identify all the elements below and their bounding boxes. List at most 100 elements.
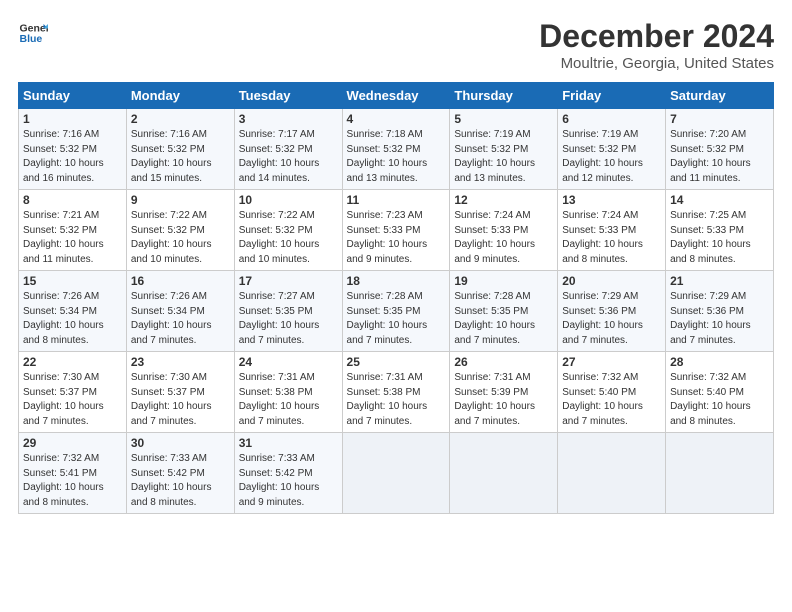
day-info: Sunrise: 7:33 AMSunset: 5:42 PMDaylight:… bbox=[131, 452, 230, 510]
day-number: 31 bbox=[239, 436, 338, 450]
day-info: Sunrise: 7:20 AMSunset: 5:32 PMDaylight:… bbox=[670, 128, 769, 186]
calendar-day-cell: 12 Sunrise: 7:24 AMSunset: 5:33 PMDayligh… bbox=[450, 190, 558, 271]
calendar-day-cell: 3 Sunrise: 7:17 AMSunset: 5:32 PMDaylight… bbox=[234, 109, 342, 190]
day-number: 7 bbox=[670, 112, 769, 126]
day-info: Sunrise: 7:32 AMSunset: 5:40 PMDaylight:… bbox=[670, 371, 769, 429]
day-info: Sunrise: 7:30 AMSunset: 5:37 PMDaylight:… bbox=[131, 371, 230, 429]
calendar-day-cell: 23 Sunrise: 7:30 AMSunset: 5:37 PMDayligh… bbox=[126, 352, 234, 433]
day-info: Sunrise: 7:17 AMSunset: 5:32 PMDaylight:… bbox=[239, 128, 338, 186]
day-number: 17 bbox=[239, 274, 338, 288]
calendar-header-cell: Wednesday bbox=[342, 83, 450, 109]
calendar-day-cell bbox=[342, 433, 450, 514]
calendar-day-cell: 6 Sunrise: 7:19 AMSunset: 5:32 PMDaylight… bbox=[558, 109, 666, 190]
day-info: Sunrise: 7:32 AMSunset: 5:40 PMDaylight:… bbox=[562, 371, 661, 429]
calendar-day-cell: 21 Sunrise: 7:29 AMSunset: 5:36 PMDayligh… bbox=[666, 271, 774, 352]
day-number: 9 bbox=[131, 193, 230, 207]
location-title: Moultrie, Georgia, United States bbox=[539, 55, 774, 72]
calendar-header-cell: Friday bbox=[558, 83, 666, 109]
calendar-week-row: 29 Sunrise: 7:32 AMSunset: 5:41 PMDayligh… bbox=[19, 433, 774, 514]
day-number: 10 bbox=[239, 193, 338, 207]
calendar-week-row: 22 Sunrise: 7:30 AMSunset: 5:37 PMDayligh… bbox=[19, 352, 774, 433]
day-info: Sunrise: 7:31 AMSunset: 5:39 PMDaylight:… bbox=[454, 371, 553, 429]
day-info: Sunrise: 7:26 AMSunset: 5:34 PMDaylight:… bbox=[23, 290, 122, 348]
calendar-day-cell: 1 Sunrise: 7:16 AMSunset: 5:32 PMDaylight… bbox=[19, 109, 127, 190]
calendar-day-cell: 30Sunrise: 7:33 AMSunset: 5:42 PMDayligh… bbox=[126, 433, 234, 514]
day-number: 25 bbox=[347, 355, 446, 369]
calendar-day-cell: 29 Sunrise: 7:32 AMSunset: 5:41 PMDayligh… bbox=[19, 433, 127, 514]
day-info: Sunrise: 7:31 AMSunset: 5:38 PMDaylight:… bbox=[239, 371, 338, 429]
logo: General Blue bbox=[18, 18, 48, 48]
day-number: 2 bbox=[131, 112, 230, 126]
day-info: Sunrise: 7:24 AMSunset: 5:33 PMDaylight:… bbox=[562, 209, 661, 267]
day-number: 4 bbox=[347, 112, 446, 126]
calendar-body: 1 Sunrise: 7:16 AMSunset: 5:32 PMDaylight… bbox=[19, 109, 774, 514]
title-area: December 2024 Moultrie, Georgia, United … bbox=[539, 18, 774, 72]
day-number: 27 bbox=[562, 355, 661, 369]
day-info: Sunrise: 7:32 AMSunset: 5:41 PMDaylight:… bbox=[23, 452, 122, 510]
day-number: 21 bbox=[670, 274, 769, 288]
calendar-day-cell: 10Sunrise: 7:22 AMSunset: 5:32 PMDayligh… bbox=[234, 190, 342, 271]
calendar-day-cell: 26 Sunrise: 7:31 AMSunset: 5:39 PMDayligh… bbox=[450, 352, 558, 433]
day-info: Sunrise: 7:31 AMSunset: 5:38 PMDaylight:… bbox=[347, 371, 446, 429]
day-number: 12 bbox=[454, 193, 553, 207]
day-number: 24 bbox=[239, 355, 338, 369]
calendar-day-cell: 5Sunrise: 7:19 AMSunset: 5:32 PMDaylight… bbox=[450, 109, 558, 190]
calendar-week-row: 1 Sunrise: 7:16 AMSunset: 5:32 PMDaylight… bbox=[19, 109, 774, 190]
day-info: Sunrise: 7:33 AMSunset: 5:42 PMDaylight:… bbox=[239, 452, 338, 510]
calendar-day-cell bbox=[666, 433, 774, 514]
day-info: Sunrise: 7:27 AMSunset: 5:35 PMDaylight:… bbox=[239, 290, 338, 348]
calendar-header-cell: Thursday bbox=[450, 83, 558, 109]
day-number: 28 bbox=[670, 355, 769, 369]
calendar-day-cell bbox=[450, 433, 558, 514]
day-number: 6 bbox=[562, 112, 661, 126]
calendar-day-cell: 9 Sunrise: 7:22 AMSunset: 5:32 PMDaylight… bbox=[126, 190, 234, 271]
day-info: Sunrise: 7:25 AMSunset: 5:33 PMDaylight:… bbox=[670, 209, 769, 267]
calendar-day-cell: 28 Sunrise: 7:32 AMSunset: 5:40 PMDayligh… bbox=[666, 352, 774, 433]
day-info: Sunrise: 7:30 AMSunset: 5:37 PMDaylight:… bbox=[23, 371, 122, 429]
calendar-day-cell: 14 Sunrise: 7:25 AMSunset: 5:33 PMDayligh… bbox=[666, 190, 774, 271]
calendar-day-cell: 11 Sunrise: 7:23 AMSunset: 5:33 PMDayligh… bbox=[342, 190, 450, 271]
calendar-day-cell: 18Sunrise: 7:28 AMSunset: 5:35 PMDayligh… bbox=[342, 271, 450, 352]
calendar-week-row: 8Sunrise: 7:21 AMSunset: 5:32 PMDaylight… bbox=[19, 190, 774, 271]
day-number: 5 bbox=[454, 112, 553, 126]
day-number: 19 bbox=[454, 274, 553, 288]
day-number: 23 bbox=[131, 355, 230, 369]
svg-text:Blue: Blue bbox=[20, 33, 43, 45]
day-number: 1 bbox=[23, 112, 122, 126]
day-number: 13 bbox=[562, 193, 661, 207]
calendar-header-cell: Monday bbox=[126, 83, 234, 109]
calendar-day-cell: 22 Sunrise: 7:30 AMSunset: 5:37 PMDayligh… bbox=[19, 352, 127, 433]
day-number: 3 bbox=[239, 112, 338, 126]
day-number: 18 bbox=[347, 274, 446, 288]
calendar-day-cell: 15 Sunrise: 7:26 AMSunset: 5:34 PMDayligh… bbox=[19, 271, 127, 352]
calendar-table: SundayMondayTuesdayWednesdayThursdayFrid… bbox=[18, 82, 774, 514]
day-info: Sunrise: 7:24 AMSunset: 5:33 PMDaylight:… bbox=[454, 209, 553, 267]
day-info: Sunrise: 7:16 AMSunset: 5:32 PMDaylight:… bbox=[23, 128, 122, 186]
calendar-header-cell: Sunday bbox=[19, 83, 127, 109]
calendar-day-cell: 25 Sunrise: 7:31 AMSunset: 5:38 PMDayligh… bbox=[342, 352, 450, 433]
header: General Blue December 2024 Moultrie, Geo… bbox=[18, 18, 774, 72]
day-number: 11 bbox=[347, 193, 446, 207]
calendar-header-cell: Tuesday bbox=[234, 83, 342, 109]
calendar-week-row: 15 Sunrise: 7:26 AMSunset: 5:34 PMDayligh… bbox=[19, 271, 774, 352]
calendar-day-cell: 31 Sunrise: 7:33 AMSunset: 5:42 PMDayligh… bbox=[234, 433, 342, 514]
calendar-day-cell: 8Sunrise: 7:21 AMSunset: 5:32 PMDaylight… bbox=[19, 190, 127, 271]
day-number: 15 bbox=[23, 274, 122, 288]
logo-icon: General Blue bbox=[18, 18, 48, 48]
calendar-day-cell: 19Sunrise: 7:28 AMSunset: 5:35 PMDayligh… bbox=[450, 271, 558, 352]
calendar-header-row: SundayMondayTuesdayWednesdayThursdayFrid… bbox=[19, 83, 774, 109]
day-number: 26 bbox=[454, 355, 553, 369]
day-number: 29 bbox=[23, 436, 122, 450]
calendar-day-cell: 7 Sunrise: 7:20 AMSunset: 5:32 PMDaylight… bbox=[666, 109, 774, 190]
day-number: 14 bbox=[670, 193, 769, 207]
day-info: Sunrise: 7:29 AMSunset: 5:36 PMDaylight:… bbox=[670, 290, 769, 348]
day-info: Sunrise: 7:26 AMSunset: 5:34 PMDaylight:… bbox=[131, 290, 230, 348]
calendar-header-cell: Saturday bbox=[666, 83, 774, 109]
calendar-day-cell: 24 Sunrise: 7:31 AMSunset: 5:38 PMDayligh… bbox=[234, 352, 342, 433]
page: General Blue December 2024 Moultrie, Geo… bbox=[0, 0, 792, 524]
day-info: Sunrise: 7:19 AMSunset: 5:32 PMDaylight:… bbox=[562, 128, 661, 186]
day-info: Sunrise: 7:22 AMSunset: 5:32 PMDaylight:… bbox=[131, 209, 230, 267]
day-info: Sunrise: 7:23 AMSunset: 5:33 PMDaylight:… bbox=[347, 209, 446, 267]
day-number: 8 bbox=[23, 193, 122, 207]
day-number: 22 bbox=[23, 355, 122, 369]
